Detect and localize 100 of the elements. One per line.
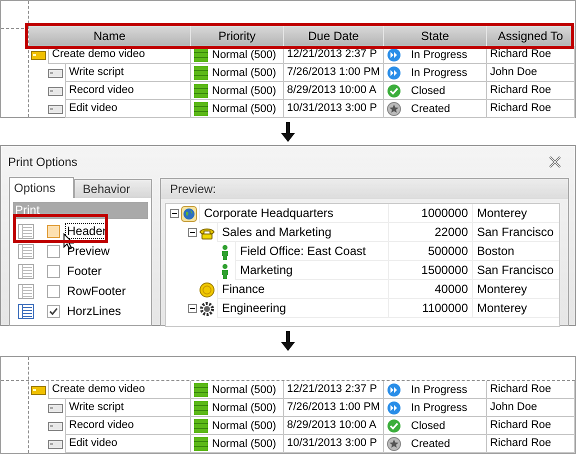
option-label[interactable]: Preview	[65, 243, 112, 259]
option-label[interactable]: HorzLines	[65, 303, 124, 319]
table-cell: 40000	[388, 280, 472, 299]
table-cell: Record video	[65, 82, 191, 100]
tree-item[interactable]: Marketing	[235, 261, 388, 280]
tree-item[interactable]: Engineering	[217, 299, 388, 318]
task-icon	[48, 68, 63, 78]
table-cell: 1100000	[388, 299, 472, 318]
fast-forward-icon	[387, 66, 401, 80]
priority-icon	[194, 382, 208, 396]
column-header[interactable]: Assigned To	[487, 26, 575, 46]
tab[interactable]: Behavior	[74, 179, 152, 198]
table-cell: John Doe	[487, 399, 575, 417]
checkbox[interactable]	[47, 244, 60, 258]
table-cell: Boston	[472, 242, 559, 261]
table-cell: In Progress	[411, 66, 468, 78]
tab[interactable]: Options	[9, 177, 74, 198]
grid-lines-icon	[18, 284, 34, 298]
column-header[interactable]: Due Date	[284, 26, 384, 46]
table-cell: Record video	[65, 417, 191, 435]
priority-icon	[194, 400, 208, 414]
table-cell: Create demo video	[48, 381, 191, 399]
column-header[interactable]: State	[384, 26, 487, 46]
fast-forward-icon	[387, 400, 401, 414]
table-cell: Edit video	[65, 100, 191, 118]
column-header[interactable]: Name	[29, 26, 191, 46]
table-cell: Normal (500)	[212, 102, 276, 114]
close-icon[interactable]	[549, 156, 561, 168]
table-cell: Monterey	[472, 299, 559, 318]
checkbox[interactable]	[47, 284, 60, 298]
table-cell: Richard Roe	[487, 46, 575, 64]
star-icon	[387, 102, 401, 116]
table-cell: Normal (500)	[212, 48, 276, 60]
checkmark-icon	[387, 418, 401, 432]
tree-item[interactable]: Field Office: East Coast	[235, 242, 388, 261]
table-cell: Closed	[411, 84, 446, 96]
task-icon	[48, 86, 63, 96]
tree-item[interactable]: Finance	[217, 280, 388, 299]
checkbox[interactable]	[47, 304, 60, 318]
table-cell: 1000000	[388, 204, 472, 223]
coin-icon	[199, 282, 215, 298]
dialog-title: Print Options	[8, 155, 78, 169]
priority-icon	[194, 436, 208, 450]
collapse-icon[interactable]	[170, 209, 179, 218]
folder-icon	[31, 386, 46, 394]
task-icon	[48, 404, 63, 412]
table-cell: Write script	[65, 64, 191, 82]
option-label[interactable]: Footer	[65, 263, 104, 279]
gear-icon	[199, 300, 215, 316]
collapse-icon[interactable]	[188, 304, 197, 313]
table-cell: Normal (500)	[212, 402, 276, 414]
table-cell: 8/29/2013 10:00 A	[284, 417, 384, 435]
grid-lines-icon	[18, 244, 34, 258]
table-cell: 1500000	[388, 261, 472, 280]
folder-icon	[31, 50, 46, 60]
table-cell: 7/26/2013 1:00 PM	[284, 399, 384, 417]
fast-forward-icon	[387, 382, 401, 396]
collapse-icon[interactable]	[188, 228, 197, 237]
star-icon	[387, 436, 401, 450]
table-cell: Closed	[411, 420, 446, 432]
tree-item[interactable]: Sales and Marketing	[217, 223, 388, 242]
table-cell: 12/21/2013 2:37 P	[284, 381, 384, 399]
option-label[interactable]: RowFooter	[65, 283, 128, 299]
task-icon	[48, 422, 63, 430]
column-header[interactable]: Priority	[191, 26, 284, 46]
table-cell: Normal (500)	[212, 420, 276, 432]
table-cell: Write script	[65, 399, 191, 417]
table-cell: 12/21/2013 2:37 P	[284, 46, 384, 64]
table-cell: Richard Roe	[487, 100, 575, 118]
table-cell: Edit video	[65, 435, 191, 453]
table-cell: Normal (500)	[212, 84, 276, 96]
fast-forward-icon	[387, 48, 401, 62]
table-cell: 10/31/2013 3:00 P	[284, 435, 384, 453]
checkbox[interactable]	[47, 264, 60, 278]
globe-icon	[181, 206, 197, 222]
table-cell: Created	[411, 438, 450, 450]
table-cell: 7/26/2013 1:00 PM	[284, 64, 384, 82]
table-cell: Normal (500)	[212, 66, 276, 78]
table-cell: 500000	[388, 242, 472, 261]
priority-icon	[194, 84, 208, 98]
table-cell: John Doe	[487, 64, 575, 82]
table-cell: 22000	[388, 223, 472, 242]
table-cell: In Progress	[411, 402, 468, 414]
grid-lines-icon	[18, 264, 34, 278]
down-arrow-icon	[281, 331, 295, 351]
task-icon	[48, 104, 63, 114]
table-cell: 8/29/2013 10:00 A	[284, 82, 384, 100]
checkbox[interactable]	[47, 224, 60, 238]
table-cell: Richard Roe	[487, 435, 575, 453]
grid-lines-icon	[18, 304, 34, 318]
table-cell: Normal (500)	[212, 438, 276, 450]
preview-label: Preview:	[161, 179, 568, 199]
table-cell: In Progress	[411, 384, 468, 396]
priority-icon	[194, 102, 208, 116]
task-icon	[48, 440, 63, 448]
table-cell: Created	[411, 102, 450, 114]
priority-icon	[194, 418, 208, 432]
tree-item[interactable]: Corporate Headquarters	[199, 204, 388, 223]
priority-icon	[194, 66, 208, 80]
grid-lines-icon	[18, 224, 34, 238]
